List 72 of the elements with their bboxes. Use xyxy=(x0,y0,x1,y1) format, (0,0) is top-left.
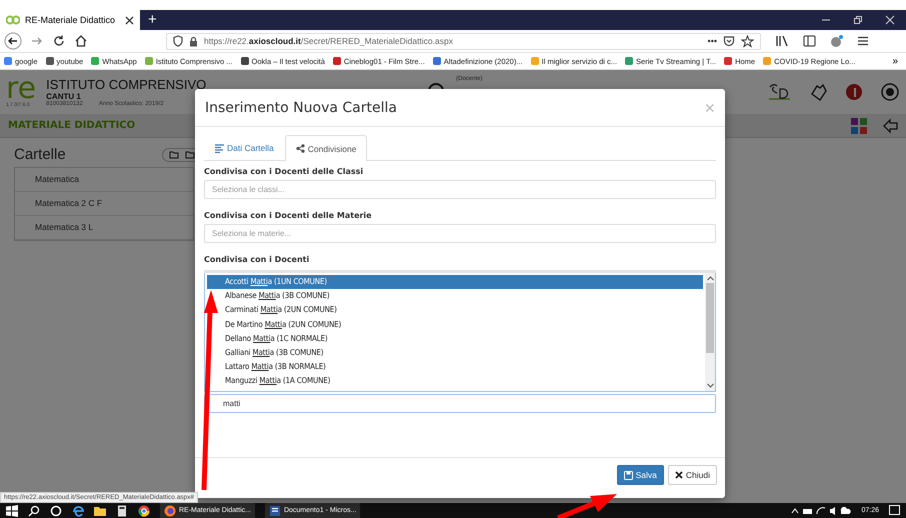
select-field[interactable]: Seleziona le materie... xyxy=(204,224,716,243)
star-icon[interactable] xyxy=(741,34,754,48)
scroll-down-icon[interactable] xyxy=(706,383,714,389)
tab[interactable]: Dati Cartella xyxy=(204,135,285,160)
task-view-icon[interactable] xyxy=(50,504,62,516)
url-text: https://re22.axioscloud.it/Secret/RERED_MaterialeDidattico.aspx xyxy=(204,36,453,46)
library-icon[interactable] xyxy=(775,35,789,47)
calculator-icon[interactable] xyxy=(116,504,128,516)
sidebar-icon[interactable] xyxy=(803,35,816,47)
save-icon xyxy=(624,470,633,480)
notification-icon[interactable] xyxy=(889,505,900,516)
firefox-icon xyxy=(164,504,176,516)
home-icon[interactable] xyxy=(74,34,88,48)
close-icon[interactable] xyxy=(125,16,134,24)
lock-icon xyxy=(189,36,198,46)
windows-icon[interactable] xyxy=(6,504,18,516)
school-name: ISTITUTO COMPRENSIVO xyxy=(46,77,208,92)
modal-title: Inserimento Nuova Cartella xyxy=(205,100,397,116)
reload-icon[interactable] xyxy=(52,34,66,48)
browser-tab[interactable]: RE-Materiale Didattico xyxy=(0,10,140,30)
address-bar[interactable]: https://re22.axioscloud.it/Secret/RERED_MaterialeDidattico.aspx ••• xyxy=(166,32,761,50)
teacher-option[interactable]: Dellano Mattia (1C NORMALE) xyxy=(225,332,703,346)
folder-item[interactable]: Matematica 3 L xyxy=(15,216,193,240)
teacher-option[interactable]: Accotti Mattia (1UN COMUNE) xyxy=(207,275,703,290)
new-tab-button[interactable]: + xyxy=(140,10,165,30)
edge-icon[interactable] xyxy=(72,504,84,516)
word-icon xyxy=(268,504,281,516)
arrow xyxy=(557,494,617,518)
section-title: MATERIALE DIDATTICO xyxy=(8,120,136,131)
share-icon xyxy=(296,144,305,153)
save-button[interactable]: Salva xyxy=(616,465,664,485)
teacher-option[interactable]: De Martino Mattia (2UN COMUNE) xyxy=(225,318,703,332)
teacher-option[interactable]: Albanese Mattia (3B COMUNE) xyxy=(225,289,703,304)
folder-icon[interactable] xyxy=(185,150,195,158)
info-icon[interactable] xyxy=(844,82,864,102)
panel-title: Cartelle xyxy=(14,146,66,163)
more-bookmarks-button[interactable]: » xyxy=(892,56,902,66)
tray-icons[interactable] xyxy=(791,506,852,516)
account-icon[interactable] xyxy=(830,34,843,48)
teacher-option[interactable]: Galliani Mattia (3B COMUNE) xyxy=(225,346,703,360)
teacher-option[interactable]: Lattaro Mattia (3B NORMALE) xyxy=(225,360,703,374)
search-icon[interactable] xyxy=(28,504,40,516)
teacher-option[interactable]: Carminati Mattia (2UN COMUNE) xyxy=(225,303,703,318)
teacher-option[interactable]: Manguzzi Mattia (1A COMUNE) xyxy=(225,374,703,388)
folder-open-icon[interactable] xyxy=(169,150,179,158)
shield-icon xyxy=(173,35,183,47)
sd-icon[interactable] xyxy=(766,81,792,103)
field-label: Condivisa con i Docenti delle Classi xyxy=(204,167,364,176)
tab[interactable]: Condivisione xyxy=(284,135,368,161)
folder-item[interactable]: Matematica 2 C F xyxy=(15,192,193,216)
close-icon xyxy=(674,471,683,479)
folder-item[interactable]: Matematica xyxy=(15,168,193,192)
chrome-icon[interactable] xyxy=(138,504,150,516)
logo: re xyxy=(6,76,36,102)
scroll-up-icon[interactable] xyxy=(706,275,714,281)
search-field[interactable]: matti xyxy=(204,394,716,413)
logo-icon xyxy=(6,15,20,25)
field-label: Condivisa con i Docenti delle Materie xyxy=(204,211,373,220)
menu-icon[interactable] xyxy=(857,35,869,47)
scrollbar[interactable] xyxy=(705,273,715,391)
back-icon[interactable] xyxy=(4,32,22,50)
restore-icon[interactable] xyxy=(853,15,863,25)
page-actions-button[interactable]: ••• xyxy=(708,36,717,46)
school-subtitle: CANTU 1 xyxy=(46,92,81,101)
close-button[interactable]: Chiudi xyxy=(668,465,717,485)
field-label: Condivisa con i Docenti xyxy=(204,255,310,264)
back-arrow-icon[interactable] xyxy=(882,118,898,134)
list-icon xyxy=(215,144,224,152)
pocket-icon[interactable] xyxy=(723,35,735,47)
puzzle-icon[interactable] xyxy=(850,116,868,134)
select-field[interactable]: Seleziona le classi... xyxy=(204,180,716,199)
tab-title: RE-Materiale Didattico xyxy=(25,15,116,25)
